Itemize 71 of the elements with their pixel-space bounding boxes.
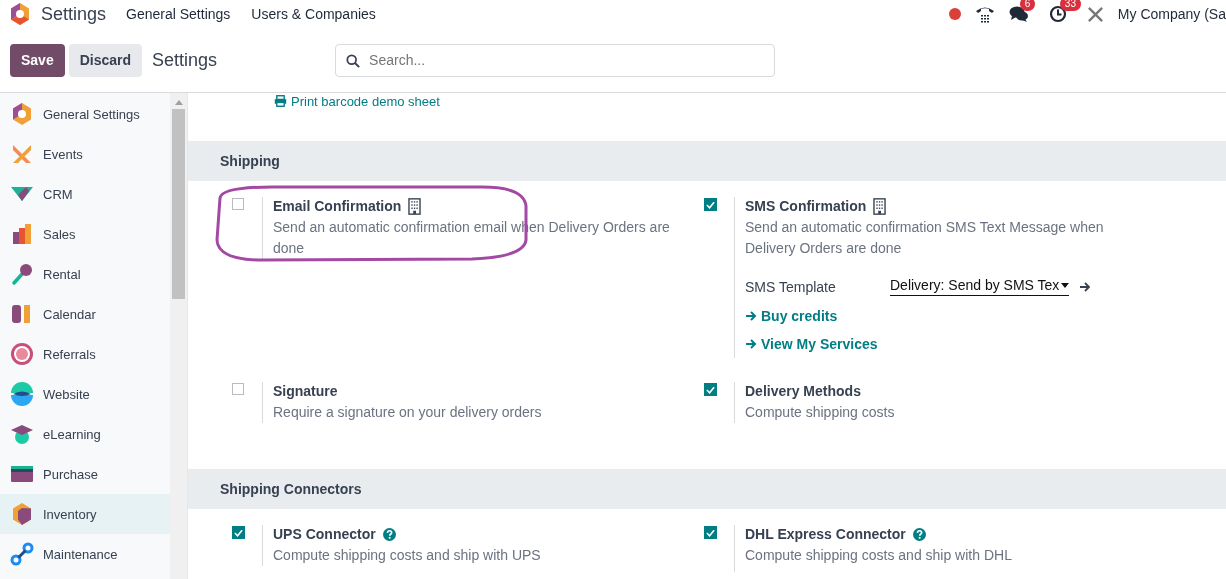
checkbox[interactable] [232, 526, 245, 539]
sidebar-item[interactable]: Calendar [0, 294, 170, 334]
app-icon [10, 502, 34, 526]
clock-icon[interactable] [1048, 5, 1067, 23]
checkbox[interactable] [232, 383, 244, 395]
setting-title: Delivery Methods [745, 383, 861, 399]
app-icon [10, 542, 34, 566]
app-icon [10, 222, 34, 246]
setting-description: Compute shipping costs [745, 403, 896, 422]
section-header: Shipping [188, 141, 1226, 181]
sidebar-item[interactable]: Rental [0, 254, 170, 294]
section-header: Shipping Connectors [188, 469, 1226, 509]
setting-description: Require a signature on your delivery orders [273, 403, 543, 422]
sidebar-item[interactable]: Maintenance [0, 534, 170, 574]
sidebar-item[interactable]: General Settings [0, 94, 170, 134]
breadcrumb: Settings [152, 49, 218, 71]
setting-title: DHL Express Connector [745, 526, 906, 542]
caret-icon [1061, 282, 1070, 288]
print-link[interactable]: Print barcode demo sheet [274, 93, 1226, 109]
sidebar-item[interactable]: Purchase [0, 454, 170, 494]
checkbox[interactable] [232, 198, 244, 210]
scrollbar-thumb[interactable] [172, 109, 185, 299]
setting-description: Compute shipping costs and ship with UPS [273, 546, 542, 565]
chat-count-badge: 6 [1019, 0, 1036, 11]
setting-link[interactable]: Buy credits [745, 308, 1155, 324]
menu-link[interactable]: Users & Companies [251, 6, 376, 22]
sidebar-item[interactable]: CRM [0, 174, 170, 214]
help-icon[interactable] [912, 527, 926, 541]
setting-title: SMS Confirmation [745, 198, 867, 214]
app-logo-icon[interactable] [10, 3, 30, 25]
app-icon [10, 262, 34, 286]
sidebar-item[interactable]: Website [0, 374, 170, 414]
arrow-right-icon [745, 311, 757, 321]
checkbox[interactable] [704, 198, 717, 211]
search-icon [346, 53, 361, 68]
chat-icon[interactable] [1008, 5, 1029, 23]
arrow-right-icon[interactable] [1079, 281, 1092, 292]
setting-link[interactable]: View My Services [745, 336, 1155, 352]
sidebar-item[interactable]: Events [0, 134, 170, 174]
sidebar-item[interactable]: Inventory [0, 494, 170, 534]
setting-description: Send an automatic confirmation SMS Text Message when Delivery Orders are done [745, 218, 1105, 258]
menu-link[interactable]: General Settings [126, 6, 231, 22]
app-icon [10, 342, 34, 366]
help-icon[interactable] [382, 527, 396, 541]
setting-description: Compute shipping costs and ship with DHL [745, 546, 1013, 565]
sidebar-item[interactable]: Referrals [0, 334, 170, 374]
activity-count-badge: 33 [1059, 0, 1081, 11]
app-icon [10, 422, 34, 446]
setting-title: Email Confirmation [273, 198, 402, 214]
status-dot-icon[interactable] [948, 8, 961, 20]
building-icon [873, 197, 887, 215]
search-field[interactable]: Search... [335, 43, 776, 77]
setting-title: Signature [273, 383, 338, 399]
field-label: SMS Template [745, 278, 837, 295]
save-button[interactable]: Save [10, 43, 65, 77]
app-icon [10, 102, 34, 126]
template-select[interactable]: Delivery: Send by SMS Tex [890, 277, 1070, 296]
setting-title: UPS Connector [273, 526, 376, 542]
checkbox[interactable] [704, 383, 717, 396]
app-icon [10, 382, 34, 406]
company-switcher[interactable]: My Company (Sa [1117, 6, 1226, 22]
sidebar-item[interactable]: Sales [0, 214, 170, 254]
phone-icon[interactable] [974, 5, 995, 23]
checkbox[interactable] [704, 526, 717, 539]
app-icon [10, 142, 34, 166]
app-title: Settings [41, 3, 107, 25]
building-icon [408, 197, 422, 215]
printer-icon [274, 95, 287, 107]
discard-button[interactable]: Discard [68, 43, 143, 77]
sidebar-item[interactable]: eLearning [0, 414, 170, 454]
arrow-right-icon [745, 339, 757, 349]
